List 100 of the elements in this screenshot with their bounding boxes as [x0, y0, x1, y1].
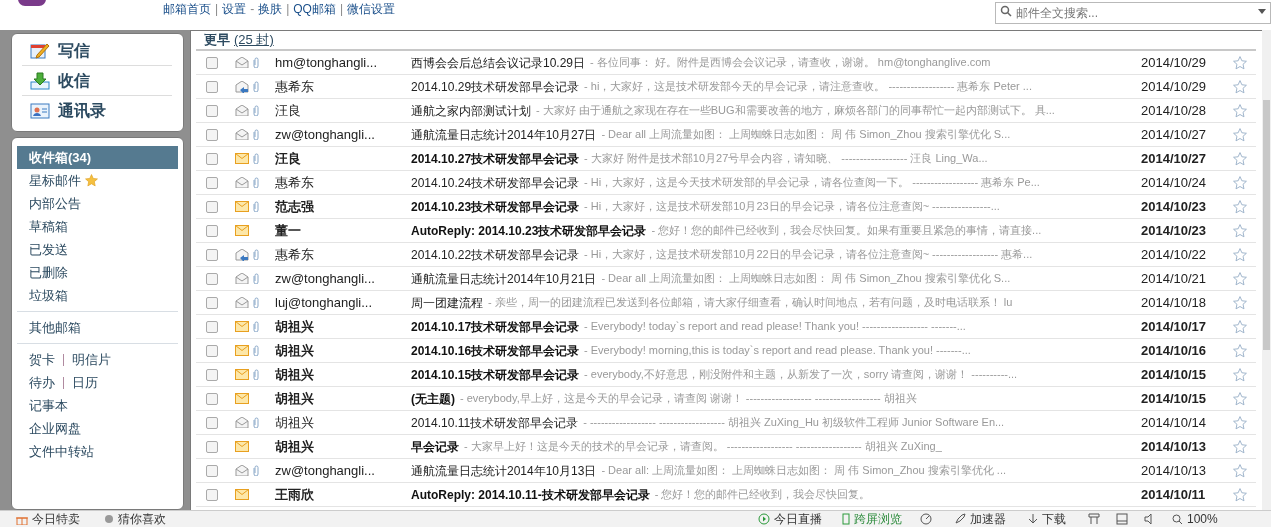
checkbox[interactable] [206, 272, 218, 285]
star-icon[interactable] [1233, 247, 1247, 262]
checkbox[interactable] [206, 296, 218, 309]
checkbox[interactable] [206, 416, 218, 429]
checkbox[interactable] [206, 104, 218, 117]
status-bar-item[interactable]: 今日直播 [758, 510, 822, 527]
checkbox[interactable] [206, 128, 218, 141]
header-link[interactable]: 微信设置 [347, 0, 396, 18]
gauge-icon[interactable] [920, 513, 932, 525]
mail-subject[interactable]: (无主题) [411, 389, 455, 408]
star-icon[interactable] [1233, 151, 1247, 166]
star-icon[interactable] [1233, 415, 1247, 430]
dropdown-arrow-icon [1258, 9, 1266, 14]
header-link[interactable]: 换肤 [258, 0, 283, 18]
mail-subject[interactable]: 2014.10.16技术研发部早会记录 [411, 341, 580, 360]
star-icon[interactable] [1233, 199, 1247, 214]
mail-subject[interactable]: 通航流量日志统计2014年10月13日 [411, 461, 597, 480]
star-icon[interactable] [1233, 103, 1247, 118]
checkbox[interactable] [206, 200, 218, 213]
tool-link[interactable]: 待办 [29, 372, 55, 393]
header-link[interactable]: 邮箱首页 [163, 0, 211, 18]
mail-subject[interactable]: 早会记录 [411, 437, 459, 456]
star-icon[interactable] [1233, 391, 1247, 406]
checkbox[interactable] [206, 152, 218, 165]
quick-action-link[interactable]: 收信 [58, 68, 90, 93]
folder-item[interactable]: 星标邮件 [17, 169, 178, 192]
checkbox[interactable] [206, 488, 218, 501]
sender-name: hm@tonghangli... [275, 53, 379, 72]
checkbox[interactable] [206, 248, 218, 261]
checkbox[interactable] [206, 464, 218, 477]
mail-subject[interactable]: AutoReply: 2014.10.11-技术研发部早会记录 [411, 485, 650, 504]
star-icon[interactable] [1233, 367, 1247, 382]
checkbox[interactable] [206, 392, 218, 405]
checkbox[interactable] [206, 368, 218, 381]
mail-date: 2014/10/11 [1141, 485, 1207, 504]
tool-link[interactable]: 企业网盘 [29, 418, 81, 439]
status-bar-item[interactable]: 加速器 [954, 510, 1006, 527]
mail-date: 2014/10/23 [1141, 197, 1208, 216]
mail-count[interactable]: (25 封) [234, 30, 274, 50]
tool-link[interactable]: 文件中转站 [29, 441, 94, 462]
folder-item[interactable]: 收件箱(34) [17, 146, 178, 169]
star-icon[interactable] [1233, 343, 1247, 358]
mail-subject[interactable]: 2014.10.27技术研发部早会记录 [411, 149, 580, 168]
checkbox[interactable] [206, 344, 218, 357]
window-layout-icon[interactable] [1088, 513, 1100, 525]
mail-subject[interactable]: 2014.10.11技术研发部早会记录 [411, 413, 579, 432]
status-bar-item[interactable]: 今日特卖 [16, 510, 80, 527]
mail-subject[interactable]: AutoReply: 2014.10.23技术研发部早会记录 [411, 221, 647, 240]
folder-item[interactable]: 已删除 [17, 261, 178, 284]
star-icon[interactable] [1233, 127, 1247, 142]
status-bar-item[interactable]: 100% [1172, 510, 1218, 527]
header-link[interactable]: 设置 [222, 0, 247, 18]
star-icon[interactable] [1233, 487, 1247, 502]
checkbox[interactable] [206, 320, 218, 333]
quick-action-link[interactable]: 通讯录 [58, 99, 106, 123]
search-field[interactable]: 邮件全文搜索... [995, 2, 1271, 24]
star-icon[interactable] [1233, 223, 1247, 238]
checkbox[interactable] [206, 224, 218, 237]
star-icon[interactable] [1233, 79, 1247, 94]
checkbox[interactable] [206, 440, 218, 453]
tool-link[interactable]: 日历 [72, 372, 98, 393]
status-bar-item[interactable]: 猜你喜欢 [104, 510, 166, 527]
mail-date: 2014/10/27 [1141, 149, 1208, 168]
folder-item[interactable]: 其他邮箱 [17, 316, 178, 339]
scrollbar[interactable] [1262, 30, 1271, 510]
status-bar-item[interactable]: 跨屏浏览 [842, 510, 902, 527]
star-icon[interactable] [1233, 271, 1247, 286]
tool-link[interactable]: 明信片 [72, 349, 111, 370]
quick-action-link[interactable]: 写信 [58, 38, 90, 63]
mail-preview: - 您好！您的邮件已经收到，我会尽快回复。 [654, 487, 871, 503]
checkbox[interactable] [206, 80, 218, 93]
checkbox[interactable] [206, 56, 218, 69]
mail-subject[interactable]: 通航流量日志统计2014年10月21日 [411, 269, 597, 288]
mail-subject[interactable]: 2014.10.17技术研发部早会记录 [411, 317, 580, 336]
status-bar-item[interactable]: 下载 [1028, 510, 1066, 527]
panel-icon[interactable] [1116, 513, 1128, 525]
folder-item[interactable]: 草稿箱 [17, 215, 178, 238]
separator: | [215, 1, 219, 18]
mail-subject[interactable]: 2014.10.22技术研发部早会记录 [411, 245, 580, 264]
folder-item[interactable]: 已发送 [17, 238, 178, 261]
star-icon[interactable] [1233, 55, 1247, 70]
star-icon[interactable] [1233, 439, 1247, 454]
mail-subject[interactable]: 西博会会后总结会议记录10.29日 [411, 53, 586, 72]
mail-subject[interactable]: 周一团建流程 [411, 293, 483, 312]
tool-link[interactable]: 贺卡 [29, 349, 55, 370]
star-icon[interactable] [1233, 295, 1247, 310]
folder-item[interactable]: 内部公告 [17, 192, 178, 215]
mail-subject[interactable]: 2014.10.24技术研发部早会记录 [411, 173, 580, 192]
mail-subject[interactable]: 通航之家内部测试计划 [411, 101, 531, 120]
header-link[interactable]: QQ邮箱 [293, 0, 336, 18]
mail-subject[interactable]: 2014.10.29技术研发部早会记录 [411, 77, 580, 96]
tool-link[interactable]: 记事本 [29, 395, 68, 416]
star-icon[interactable] [1233, 319, 1247, 334]
folder-item[interactable]: 垃圾箱 [17, 284, 178, 307]
mail-subject[interactable]: 2014.10.23技术研发部早会记录 [411, 197, 580, 216]
checkbox[interactable] [206, 176, 218, 189]
mail-subject[interactable]: 通航流量日志统计2014年10月27日 [411, 125, 597, 144]
star-icon[interactable] [1233, 463, 1247, 478]
star-icon[interactable] [1233, 175, 1247, 190]
mail-subject[interactable]: 2014.10.15技术研发部早会记录 [411, 365, 580, 384]
